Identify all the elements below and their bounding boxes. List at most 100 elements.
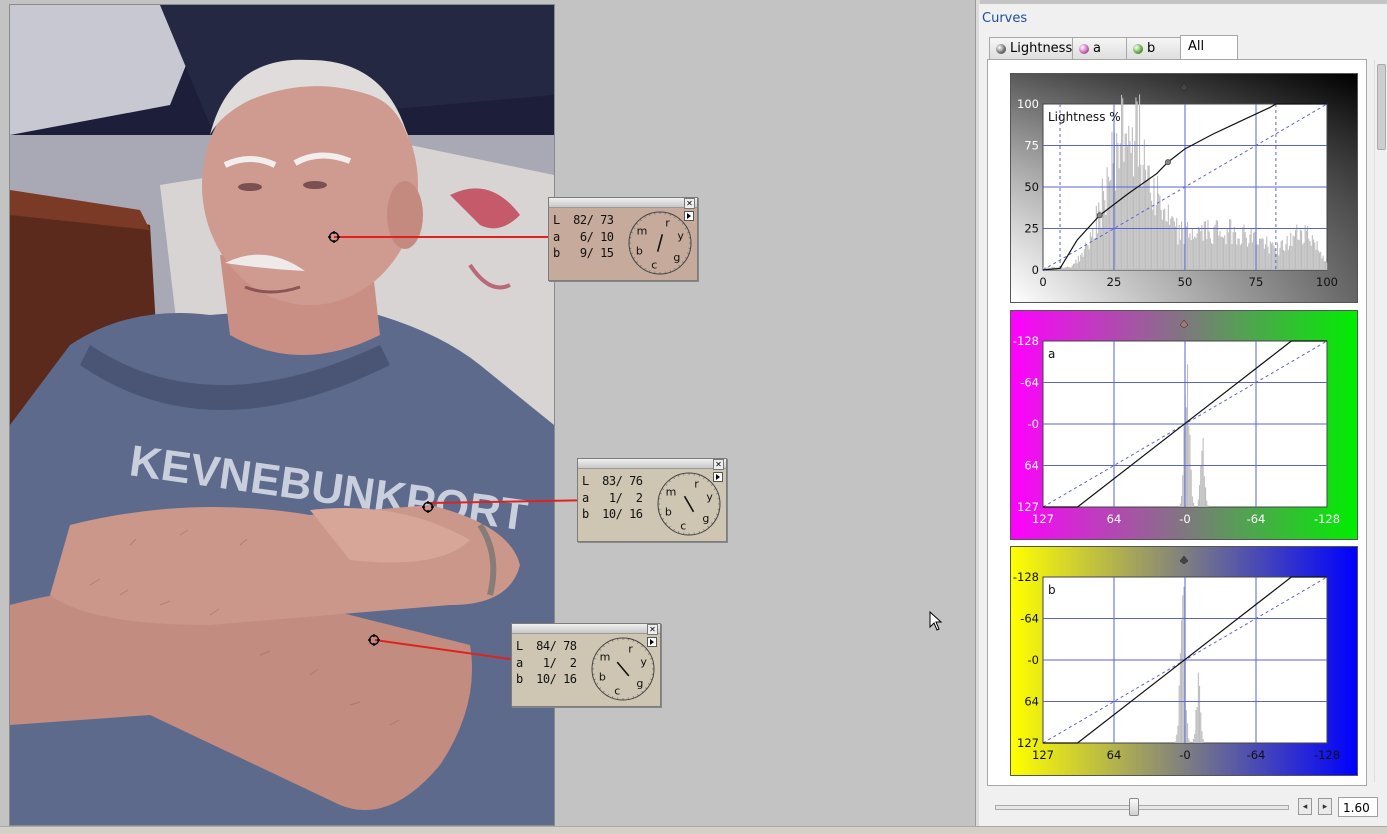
wheel-tick <box>711 523 713 524</box>
histogram-bar <box>1290 233 1291 270</box>
curve-label: b <box>1048 583 1056 597</box>
curve-svg[interactable]: b-128-64-06412712764-0-64-128 <box>1011 547 1357 775</box>
y-tick-label: 25 <box>1024 222 1039 236</box>
sampler-b-value: b 10/ 16 <box>516 671 577 688</box>
histogram-bar <box>1137 101 1138 270</box>
histogram-bar <box>1095 238 1096 270</box>
histogram-bar <box>1211 243 1212 270</box>
wheel-label: m <box>666 485 677 498</box>
histogram-bar <box>1192 229 1193 270</box>
histogram-bar <box>1168 204 1169 270</box>
histogram-bar <box>1311 246 1312 270</box>
histogram-bar <box>1259 239 1260 270</box>
histogram-bar <box>1173 218 1174 270</box>
histogram-bar <box>1320 252 1321 270</box>
histogram-bar <box>1314 242 1315 270</box>
zoom-value-field[interactable]: 1.60 <box>1338 797 1378 817</box>
histogram-bar <box>1181 496 1182 507</box>
histogram-bar <box>1251 228 1252 270</box>
color-sampler-target-1[interactable] <box>328 231 340 243</box>
histogram-bar <box>1239 239 1240 270</box>
curves-panel: Curves Lightness a b All Lightness %1007… <box>979 4 1387 833</box>
tab-a[interactable]: a <box>1072 37 1127 59</box>
x-tick-label: -128 <box>1314 512 1340 526</box>
zoom-slider-handle[interactable] <box>1129 798 1139 816</box>
histogram-bar <box>1182 229 1183 270</box>
wheel-label: r <box>694 477 699 490</box>
color-sampler-target-2[interactable] <box>422 501 434 513</box>
histogram-bar <box>1205 487 1206 507</box>
image-canvas[interactable]: KEVNEBUNKPORT <box>0 0 975 833</box>
histogram-bar <box>1183 244 1184 270</box>
histogram-bar <box>1288 250 1289 270</box>
histogram-bar <box>1067 267 1068 270</box>
x-tick-label: 25 <box>1107 275 1122 289</box>
histogram-bar <box>1284 251 1285 270</box>
histogram-bar <box>1180 504 1181 507</box>
close-icon[interactable]: ✕ <box>647 624 658 635</box>
histogram-bar <box>1296 224 1297 270</box>
color-sampler-box-3[interactable]: ✕ L 84/ 78a 1/ 2b 10/ 16 rygcbm <box>511 623 661 707</box>
tab-b[interactable]: b <box>1126 37 1181 59</box>
sampler-titlebar[interactable] <box>578 459 726 469</box>
wheel-hue-needle <box>617 662 629 676</box>
wheel-tick <box>603 645 604 647</box>
sampler-titlebar[interactable] <box>549 198 697 208</box>
histogram-bar <box>1216 220 1217 270</box>
curve-control-point[interactable] <box>1097 213 1102 218</box>
histogram-bar <box>1176 735 1177 743</box>
x-tick-label: 50 <box>1178 275 1193 289</box>
histogram-bar <box>1266 236 1267 270</box>
histogram-bar <box>1159 196 1160 270</box>
histogram-bar <box>1198 673 1199 743</box>
zoom-increase-button[interactable]: ▸ <box>1318 798 1332 815</box>
histogram-bar <box>1237 238 1238 270</box>
color-sampler-box-2[interactable]: ✕ L 83/ 76a 1/ 2b 10/ 16 rygcbm <box>577 458 727 542</box>
histogram-bar <box>1158 194 1159 270</box>
histogram-bar <box>1179 225 1180 270</box>
histogram-bar <box>1188 738 1189 743</box>
x-tick-label: 64 <box>1107 748 1122 762</box>
histogram-bar <box>1308 239 1309 270</box>
histogram-bar <box>1128 126 1129 270</box>
tab-all[interactable]: All <box>1180 35 1238 60</box>
color-sampler-box-1[interactable]: ✕ L 82/ 73a 6/ 10b 9/ 15 rygcbm <box>548 197 698 281</box>
histogram-bar <box>1129 141 1130 270</box>
histogram-bar <box>1186 226 1187 270</box>
histogram-bar <box>1282 240 1283 270</box>
curve-svg[interactable]: Lightness %10075502500255075100 <box>1011 74 1357 302</box>
curve-control-point[interactable] <box>1165 160 1170 165</box>
close-icon[interactable]: ✕ <box>713 459 724 470</box>
histogram-bar <box>1120 143 1121 270</box>
histogram-bar <box>1247 247 1248 270</box>
histogram-bar <box>1107 167 1108 270</box>
histogram-bar <box>1163 210 1164 270</box>
a-curve-chart[interactable]: a-128-64-06412712764-0-64-128 <box>1010 310 1358 540</box>
histogram-bar <box>1197 707 1198 743</box>
sampler-titlebar[interactable] <box>512 624 660 634</box>
x-tick-label: -0 <box>1179 748 1190 762</box>
zoom-decrease-button[interactable]: ◂ <box>1298 798 1312 815</box>
panel-scrollbar[interactable] <box>1374 60 1387 782</box>
histogram-bar <box>1307 226 1308 270</box>
histogram-bar <box>1171 216 1172 270</box>
histogram-bar <box>1287 236 1288 270</box>
photo[interactable]: KEVNEBUNKPORT <box>9 4 555 826</box>
histogram-bar <box>1062 268 1063 270</box>
histogram-bar <box>1257 244 1258 270</box>
b-curve-chart[interactable]: b-128-64-06412712764-0-64-128 <box>1010 546 1358 776</box>
scrollbar-thumb[interactable] <box>1377 64 1386 150</box>
color-sampler-target-3[interactable] <box>368 634 380 646</box>
wheel-tick <box>708 526 709 528</box>
lightness-curve-chart[interactable]: Lightness %10075502500255075100 <box>1010 73 1358 303</box>
wheel-tick <box>708 480 709 482</box>
zoom-slider[interactable] <box>995 805 1289 810</box>
histogram-bar <box>1302 244 1303 270</box>
close-icon[interactable]: ✕ <box>684 198 695 209</box>
y-tick-label: 64 <box>1024 459 1039 473</box>
histogram-bar <box>1323 256 1324 270</box>
histogram-bar <box>1189 741 1190 743</box>
curve-svg[interactable]: a-128-64-06412712764-0-64-128 <box>1011 311 1357 539</box>
tab-lightness[interactable]: Lightness <box>989 37 1073 59</box>
y-tick-label: 0 <box>1032 263 1039 277</box>
